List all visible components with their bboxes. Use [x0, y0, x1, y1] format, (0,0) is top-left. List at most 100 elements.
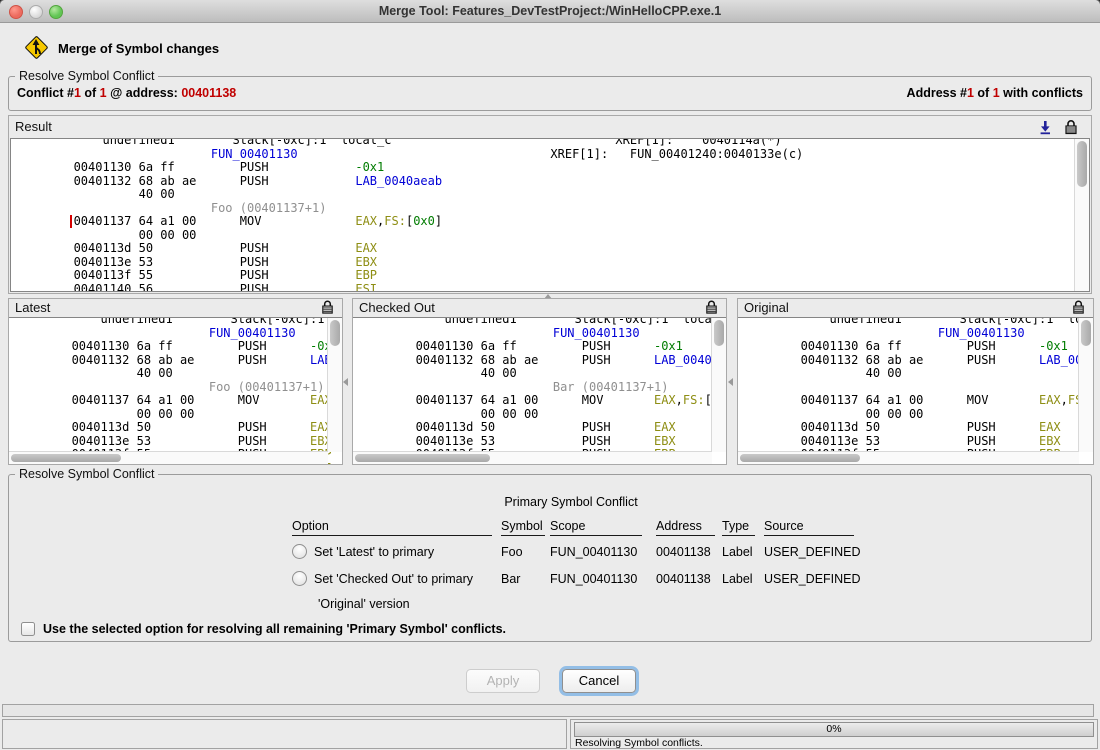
address-counter: Address #1 of 1 with conflicts	[907, 86, 1083, 100]
scrollbar-thumb[interactable]	[11, 454, 121, 462]
latest-vscrollbar[interactable]	[327, 318, 342, 452]
phase-title: Merge of Symbol changes	[58, 41, 219, 56]
lock-icon[interactable]	[1063, 119, 1079, 135]
conflict-table-title: Primary Symbol Conflict	[286, 495, 856, 509]
listing-line: 40 00	[21, 367, 342, 381]
listing-cursor	[70, 215, 72, 228]
listing-line: 40 00	[23, 188, 1089, 202]
checked-out-listing[interactable]: undefined1 Stack[-0xc]:1 local_c FUN_004…	[353, 317, 726, 464]
original-listing[interactable]: undefined1 Stack[-0xc]:1 local_c FUN_004…	[738, 317, 1093, 464]
titlebar[interactable]: Merge Tool: Features_DevTestProject:/Win…	[0, 0, 1100, 23]
merge-tool-window: Merge Tool: Features_DevTestProject:/Win…	[0, 0, 1100, 750]
listing-line: 00401132 68 ab ae PUSH LAB_0040aeab	[21, 354, 342, 368]
cell-symbol: Bar	[501, 565, 550, 592]
splitter-handle[interactable]	[343, 378, 348, 386]
cell-address: 00401138	[656, 565, 722, 592]
conflict-box-title: Resolve Symbol Conflict	[15, 69, 158, 83]
cell-type: Label	[722, 538, 764, 565]
listing-line: 00 00 00	[23, 229, 1089, 243]
listing-line: Foo (00401137+1)	[21, 381, 342, 395]
listing-line: 00 00 00	[365, 408, 726, 422]
latest-listing[interactable]: undefined1 Stack[-0xc]:1 local_c FUN_004…	[9, 317, 342, 464]
cell-source: USER_DEFINED	[764, 565, 884, 592]
radio-checked-out[interactable]	[292, 571, 307, 586]
listing-line	[750, 381, 1093, 395]
result-panel: Result undefined1	[8, 115, 1092, 294]
progress-bar: 0%	[574, 722, 1094, 737]
lock-icon[interactable]	[320, 299, 336, 315]
listing-line: 0040113f 55 PUSH EBP	[23, 269, 1089, 283]
listing-line: FUN_00401130	[21, 327, 342, 341]
result-panel-title: Result	[15, 119, 52, 134]
listing-line: FUN_00401130	[365, 327, 726, 341]
radio-latest[interactable]	[292, 544, 307, 559]
listing-line: 40 00	[750, 367, 1093, 381]
listing-line: 0040113e 53 PUSH EBX	[21, 435, 342, 449]
cell-scope: FUN_00401130	[550, 565, 656, 592]
apply-button[interactable]: Apply	[466, 669, 540, 693]
listing-line: 00401132 68 ab ae PUSH LAB_0040aeab	[750, 354, 1093, 368]
listing-line: 00401137 64 a1 00 MOV EAX,FS:[0x0]	[21, 394, 342, 408]
radio-latest-label[interactable]: Set 'Latest' to primary	[314, 545, 434, 559]
cell-symbol: Foo	[501, 538, 550, 565]
cancel-button[interactable]: Cancel	[562, 669, 636, 693]
column-header-source: Source	[764, 519, 884, 538]
listing-line: 0040113e 53 PUSH EBX	[750, 435, 1093, 449]
scroll-to-bottom-icon[interactable]	[1037, 119, 1053, 135]
scrollbar-thumb[interactable]	[330, 320, 340, 346]
progress-message: Resolving Symbol conflicts.	[575, 737, 703, 749]
latest-hscrollbar[interactable]	[9, 451, 328, 464]
original-vscrollbar[interactable]	[1078, 318, 1093, 452]
conflict-info-box: Resolve Symbol Conflict Conflict #1 of 1…	[8, 76, 1092, 111]
radio-checked-out-label[interactable]: Set 'Checked Out' to primary	[314, 572, 473, 586]
merge-sign-icon	[24, 35, 48, 59]
original-panel-title: Original	[744, 300, 789, 315]
option-latest[interactable]: Set 'Latest' to primary	[292, 538, 501, 565]
column-header-symbol: Symbol	[501, 519, 550, 538]
lock-icon[interactable]	[1071, 299, 1087, 315]
result-vscrollbar[interactable]	[1074, 139, 1089, 291]
cell-type: Label	[722, 565, 764, 592]
checked-out-panel: Checked Out undefined1 Stack[-0xc]:1 loc…	[352, 298, 727, 465]
lock-icon[interactable]	[704, 299, 720, 315]
original-hscrollbar[interactable]	[738, 451, 1079, 464]
resolve-conflict-box: Resolve Symbol Conflict Primary Symbol C…	[8, 474, 1092, 642]
checked-out-hscrollbar[interactable]	[353, 451, 712, 464]
listing-line: 00401132 68 ab ae PUSH LAB_0040aeab	[365, 354, 726, 368]
latest-panel: Latest undefined1 Stack[-0xc]:1 local_c …	[8, 298, 343, 465]
listing-line: 00 00 00	[750, 408, 1093, 422]
listing-line: FUN_00401130 XREF[1]: FUN_00401240:00401…	[23, 148, 1089, 162]
use-for-all-option[interactable]: Use the selected option for resolving al…	[21, 622, 506, 636]
conflict-counter: Conflict #1 of 1 @ address: 00401138	[17, 86, 236, 100]
scrollbar-thumb[interactable]	[1077, 141, 1087, 187]
bottom-strip	[2, 704, 1094, 717]
resolve-box-title: Resolve Symbol Conflict	[15, 467, 158, 481]
column-header-scope: Scope	[550, 519, 656, 538]
checked-out-vscrollbar[interactable]	[711, 318, 726, 452]
scrollbar-thumb[interactable]	[714, 320, 724, 346]
splitter-handle[interactable]	[728, 378, 733, 386]
original-version-note: 'Original' version	[318, 597, 410, 611]
conflict-table: Option Symbol Scope Address Type Source …	[292, 519, 884, 592]
result-listing[interactable]: undefined1 Stack[-0xc]:1 local_c XREF[1]…	[10, 138, 1090, 292]
use-for-all-label[interactable]: Use the selected option for resolving al…	[43, 622, 506, 636]
column-header-option: Option	[292, 519, 501, 538]
listing-line: 0040113d 50 PUSH EAX	[750, 421, 1093, 435]
cell-source: USER_DEFINED	[764, 538, 884, 565]
original-panel: Original undefined1 Stack[-0xc]:1 local_…	[737, 298, 1094, 465]
listing-line: 0040113d 50 PUSH EAX	[21, 421, 342, 435]
scrollbar-thumb[interactable]	[740, 454, 860, 462]
scrollbar-thumb[interactable]	[1081, 320, 1091, 346]
latest-panel-title: Latest	[15, 300, 50, 315]
scrollbar-thumb[interactable]	[355, 454, 490, 462]
window-title: Merge Tool: Features_DevTestProject:/Win…	[0, 0, 1100, 22]
use-for-all-checkbox[interactable]	[21, 622, 35, 636]
status-left	[2, 719, 567, 749]
cell-address: 00401138	[656, 538, 722, 565]
option-checked-out[interactable]: Set 'Checked Out' to primary	[292, 565, 501, 592]
listing-line: FUN_00401130	[750, 327, 1093, 341]
listing-line: 0040113e 53 PUSH EBX	[23, 256, 1089, 270]
listing-line: 0040113d 50 PUSH EAX	[23, 242, 1089, 256]
listing-line: 00 00 00	[21, 408, 342, 422]
listing-line: 00401130 6a ff PUSH -0x1	[23, 161, 1089, 175]
